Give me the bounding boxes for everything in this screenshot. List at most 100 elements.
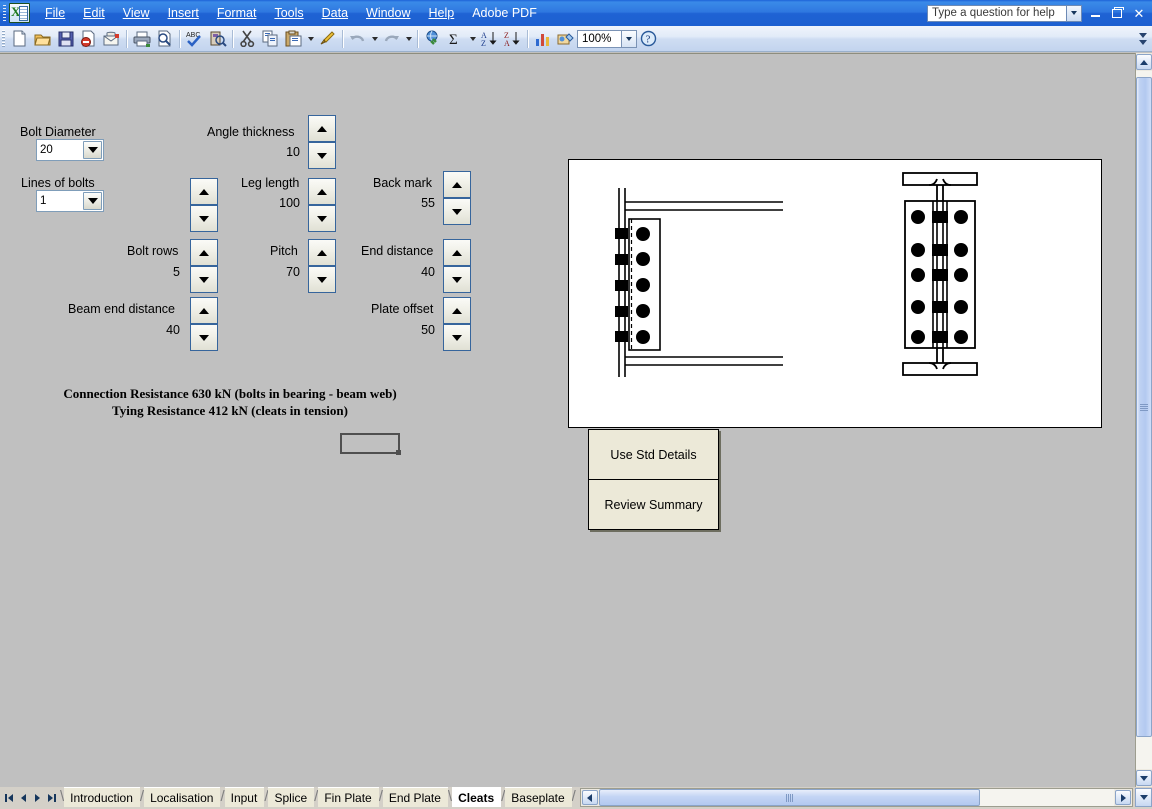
beam-end-distance-stepper-up[interactable] — [190, 297, 218, 324]
redo-icon[interactable] — [380, 28, 403, 50]
sheet-tab-cleats[interactable]: Cleats — [452, 787, 502, 807]
horizontal-scrollbar[interactable] — [579, 788, 1133, 807]
menu-adobe-pdf[interactable]: Adobe PDF — [464, 3, 545, 23]
zoom-input[interactable]: 100% — [577, 29, 622, 48]
redo-dropdown[interactable] — [403, 28, 414, 50]
sort-ascending-icon[interactable]: AZ — [478, 28, 501, 50]
review-summary-button[interactable]: Review Summary — [588, 479, 719, 530]
lines-of-bolts-dropdown-button[interactable] — [83, 192, 102, 210]
vertical-scroll-thumb[interactable] — [1136, 77, 1152, 737]
plate-offset-stepper[interactable] — [443, 297, 471, 351]
bolt-rows-stepper[interactable] — [190, 239, 218, 293]
save-disk-icon[interactable] — [54, 28, 77, 50]
bolt-rows-stepper-up[interactable] — [190, 239, 218, 266]
zoom-dropdown[interactable] — [622, 29, 637, 48]
sheet-tab-fin-plate[interactable]: Fin Plate — [318, 787, 379, 807]
help-search-dropdown[interactable] — [1067, 4, 1082, 22]
toolbar-drag-grip[interactable] — [2, 29, 5, 48]
end-distance-stepper-up[interactable] — [443, 239, 471, 266]
drawing-icon[interactable] — [554, 28, 577, 50]
sheet-tab-baseplate[interactable]: Baseplate — [505, 787, 572, 807]
email-icon[interactable] — [100, 28, 123, 50]
scroll-down-button[interactable] — [1136, 770, 1152, 786]
scroll-right-button[interactable] — [1115, 790, 1131, 805]
end-distance-stepper[interactable] — [443, 239, 471, 293]
end-distance-stepper-down[interactable] — [443, 266, 471, 293]
pitch-stepper-up[interactable] — [308, 239, 336, 266]
menu-tools[interactable]: Tools — [266, 3, 311, 23]
pitch-stepper-down[interactable] — [308, 266, 336, 293]
use-std-details-button[interactable]: Use Std Details — [588, 429, 719, 480]
help-search-input[interactable]: Type a question for help — [927, 4, 1067, 22]
sheet-tab-end-plate[interactable]: End Plate — [382, 787, 448, 807]
menu-format[interactable]: Format — [209, 3, 265, 23]
format-painter-icon[interactable] — [316, 28, 339, 50]
sheet-tab-localisation[interactable]: Localisation — [144, 787, 221, 807]
previous-sheet-icon[interactable] — [16, 790, 30, 807]
menu-data[interactable]: Data — [314, 3, 356, 23]
paste-options-dropdown[interactable] — [305, 28, 316, 50]
pitch-stepper[interactable] — [308, 239, 336, 293]
chart-wizard-icon[interactable] — [531, 28, 554, 50]
menu-file[interactable]: File — [37, 3, 73, 23]
insert-hyperlink-icon[interactable] — [421, 28, 444, 50]
undo-dropdown[interactable] — [369, 28, 380, 50]
copy-icon[interactable] — [259, 28, 282, 50]
menu-edit[interactable]: Edit — [75, 3, 113, 23]
vertical-scrollbar[interactable] — [1135, 53, 1152, 787]
lines-of-bolts-stepper-down[interactable] — [190, 205, 218, 232]
lines-of-bolts-stepper[interactable] — [190, 178, 218, 232]
scroll-corner-button[interactable] — [1135, 788, 1152, 807]
sheet-tab-introduction[interactable]: Introduction — [64, 787, 140, 807]
sort-descending-icon[interactable]: ZA — [501, 28, 524, 50]
bolt-diameter-combo[interactable]: 20 — [36, 139, 104, 161]
plate-offset-stepper-up[interactable] — [443, 297, 471, 324]
next-sheet-icon[interactable] — [30, 790, 44, 807]
first-sheet-icon[interactable] — [2, 790, 16, 807]
permission-icon[interactable] — [77, 28, 100, 50]
back-mark-stepper-down[interactable] — [443, 198, 471, 225]
menu-window[interactable]: Window — [358, 3, 418, 23]
leg-length-stepper-down[interactable] — [308, 205, 336, 232]
restore-button[interactable] — [1108, 4, 1126, 22]
horizontal-scroll-thumb[interactable] — [598, 789, 981, 806]
minimize-button[interactable] — [1086, 4, 1104, 22]
menu-drag-grip[interactable] — [3, 4, 6, 22]
lines-of-bolts-stepper-up[interactable] — [190, 178, 218, 205]
close-button[interactable] — [1130, 4, 1148, 22]
autosum-icon[interactable]: Σ — [444, 28, 467, 50]
print-icon[interactable] — [130, 28, 153, 50]
cut-scissors-icon[interactable] — [236, 28, 259, 50]
print-preview-icon[interactable] — [153, 28, 176, 50]
angle-thickness-stepper[interactable] — [308, 115, 336, 169]
sheet-tab-input[interactable]: Input — [224, 787, 265, 807]
undo-icon[interactable] — [346, 28, 369, 50]
menu-view[interactable]: View — [115, 3, 158, 23]
bolt-diameter-dropdown-button[interactable] — [83, 141, 102, 159]
beam-end-distance-stepper-down[interactable] — [190, 324, 218, 351]
last-sheet-icon[interactable] — [44, 790, 58, 807]
leg-length-stepper-up[interactable] — [308, 178, 336, 205]
menu-help[interactable]: Help — [421, 3, 463, 23]
beam-end-distance-stepper[interactable] — [190, 297, 218, 351]
toolbar-overflow[interactable] — [1138, 29, 1152, 49]
lines-of-bolts-combo[interactable]: 1 — [36, 190, 104, 212]
paste-icon[interactable] — [282, 28, 305, 50]
back-mark-stepper[interactable] — [443, 171, 471, 225]
open-folder-icon[interactable] — [31, 28, 54, 50]
leg-length-stepper[interactable] — [308, 178, 336, 232]
scroll-up-button[interactable] — [1136, 54, 1152, 70]
angle-thickness-stepper-down[interactable] — [308, 142, 336, 169]
help-icon[interactable]: ? — [637, 28, 660, 50]
angle-thickness-stepper-up[interactable] — [308, 115, 336, 142]
scroll-left-button[interactable] — [581, 790, 598, 805]
sheet-tab-splice[interactable]: Splice — [268, 787, 315, 807]
autosum-dropdown[interactable] — [467, 28, 478, 50]
horizontal-scroll-track[interactable] — [598, 789, 1114, 806]
bolt-rows-stepper-down[interactable] — [190, 266, 218, 293]
spelling-check-icon[interactable]: ABC — [183, 28, 206, 50]
toolbar-options-icon[interactable] — [1138, 29, 1148, 49]
back-mark-stepper-up[interactable] — [443, 171, 471, 198]
vertical-scroll-track[interactable] — [1136, 71, 1152, 769]
research-icon[interactable] — [206, 28, 229, 50]
